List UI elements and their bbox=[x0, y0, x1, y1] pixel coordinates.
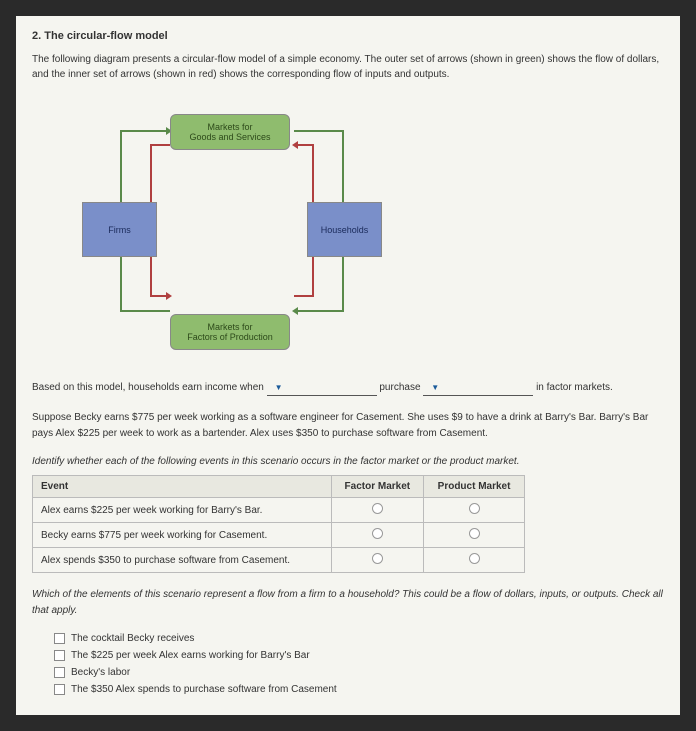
radio-factor[interactable] bbox=[372, 503, 383, 514]
stem-prefix: Based on this model, households earn inc… bbox=[32, 382, 264, 393]
table-header-factor: Factor Market bbox=[331, 476, 424, 498]
table-instruction: Identify whether each of the following e… bbox=[32, 456, 664, 467]
radio-product[interactable] bbox=[469, 553, 480, 564]
checklist-instruction: Which of the elements of this scenario r… bbox=[32, 587, 664, 619]
event-cell: Alex earns $225 per week working for Bar… bbox=[33, 498, 332, 523]
stem-suffix: in factor markets. bbox=[536, 382, 613, 393]
checklist-label: The $225 per week Alex earns working for… bbox=[71, 650, 310, 661]
table-row: Alex spends $350 to purchase software fr… bbox=[33, 548, 525, 573]
markets-factors-node: Markets for Factors of Production bbox=[170, 314, 290, 350]
table-header-product: Product Market bbox=[424, 476, 525, 498]
radio-product[interactable] bbox=[469, 503, 480, 514]
scenario-text: Suppose Becky earns $775 per week workin… bbox=[32, 410, 664, 442]
question-title: The circular-flow model bbox=[44, 30, 167, 42]
markets-goods-node: Markets for Goods and Services bbox=[170, 114, 290, 150]
question-page: 2. The circular-flow model The following… bbox=[16, 16, 680, 715]
firms-node: Firms bbox=[82, 202, 157, 257]
dropdown-who[interactable]: ▼ bbox=[267, 382, 377, 396]
checklist: The cocktail Becky receives The $225 per… bbox=[54, 633, 664, 695]
radio-product[interactable] bbox=[469, 528, 480, 539]
fill-blank-stem: Based on this model, households earn inc… bbox=[32, 380, 664, 396]
list-item: The $225 per week Alex earns working for… bbox=[54, 650, 664, 661]
checkbox[interactable] bbox=[54, 667, 65, 678]
households-node: Households bbox=[307, 202, 382, 257]
event-cell: Alex spends $350 to purchase software fr… bbox=[33, 548, 332, 573]
checklist-label: Becky's labor bbox=[71, 667, 130, 678]
table-row: Becky earns $775 per week working for Ca… bbox=[33, 523, 525, 548]
radio-factor[interactable] bbox=[372, 553, 383, 564]
table-row: Alex earns $225 per week working for Bar… bbox=[33, 498, 525, 523]
list-item: The cocktail Becky receives bbox=[54, 633, 664, 644]
stem-mid: purchase bbox=[379, 382, 420, 393]
dropdown-what[interactable]: ▼ bbox=[423, 382, 533, 396]
checkbox[interactable] bbox=[54, 684, 65, 695]
event-cell: Becky earns $775 per week working for Ca… bbox=[33, 523, 332, 548]
checklist-label: The $350 Alex spends to purchase softwar… bbox=[71, 684, 337, 695]
checklist-label: The cocktail Becky receives bbox=[71, 633, 194, 644]
question-header: 2. The circular-flow model bbox=[32, 30, 664, 42]
list-item: Becky's labor bbox=[54, 667, 664, 678]
checkbox[interactable] bbox=[54, 633, 65, 644]
radio-factor[interactable] bbox=[372, 528, 383, 539]
checkbox[interactable] bbox=[54, 650, 65, 661]
question-number: 2. bbox=[32, 30, 41, 42]
table-header-event: Event bbox=[33, 476, 332, 498]
intro-text: The following diagram presents a circula… bbox=[32, 52, 664, 82]
chevron-down-icon: ▼ bbox=[431, 382, 439, 395]
list-item: The $350 Alex spends to purchase softwar… bbox=[54, 684, 664, 695]
circular-flow-diagram: Markets for Goods and Services Firms Hou… bbox=[62, 100, 402, 360]
market-table: Event Factor Market Product Market Alex … bbox=[32, 475, 525, 573]
chevron-down-icon: ▼ bbox=[275, 382, 283, 395]
